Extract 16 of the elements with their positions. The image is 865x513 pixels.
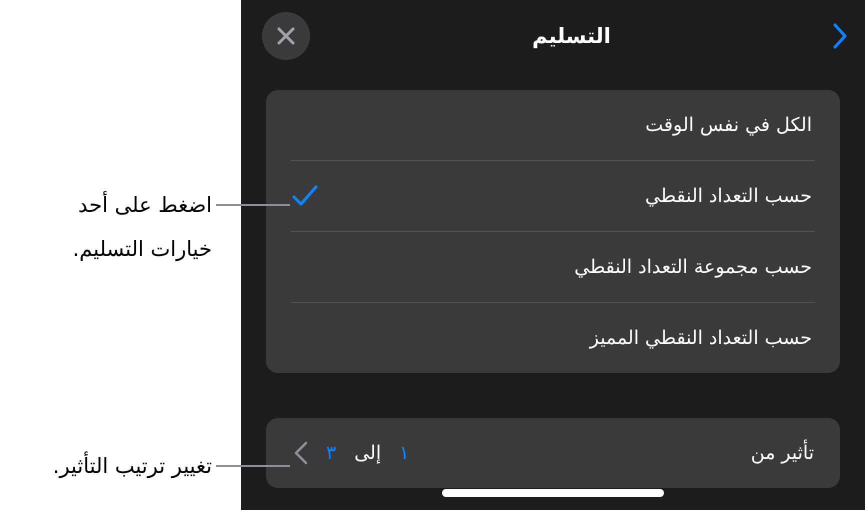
range-start: ١ [399,442,410,464]
callout-text: اضغط على أحد خيارات التسليم. [72,190,212,264]
chevron-left-icon [294,441,308,465]
range-to-label: إلى [354,442,382,464]
chevron-right-icon[interactable] [832,23,847,49]
delivery-option[interactable]: حسب التعداد النقطي [266,161,840,231]
close-icon [276,26,296,46]
close-button[interactable] [262,12,310,60]
range-end: ٣ [326,442,336,464]
effect-order-row[interactable]: تأثير من ١ إلى ٣ [266,418,840,488]
delivery-option[interactable]: حسب مجموعة التعداد النقطي [266,232,840,302]
delivery-option[interactable]: الكل في نفس الوقت [266,90,840,160]
delivery-option[interactable]: حسب التعداد النقطي المميز [266,303,840,373]
callout-text: تغيير ترتيب التأثير. [12,444,212,488]
effect-range-label: تأثير من [750,442,814,464]
panel-title: التسليم [532,24,611,48]
